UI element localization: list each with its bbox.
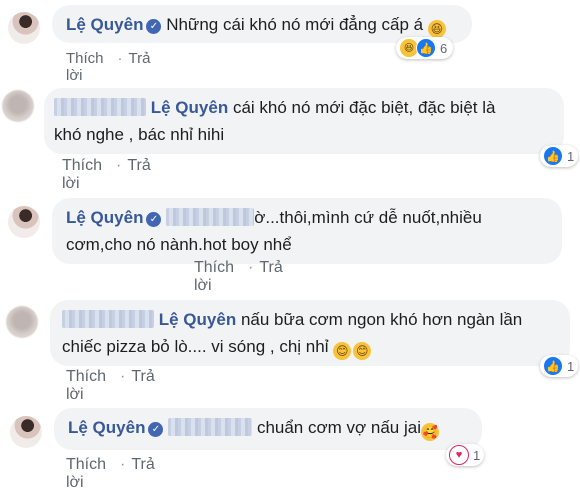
author-name[interactable]: Lệ Quyên [159,310,236,329]
tagged-user-redacted [62,310,154,328]
comment-bubble: Lệ Quyên ✓ chuẩn cơm vợ nấu jai 🥰 [54,408,482,450]
tagged-user-redacted [54,98,146,116]
comment-bubble: Lệ Quyên nấu bữa cơm ngon khó hơn ngàn l… [50,300,570,366]
hearts-face-emoji-icon: 🥰 [420,423,439,441]
comment-actions: Thích · Trả lời [66,50,151,84]
comment-text-line1: cái khó nó mới đặc biệt, đặc biệt là [232,98,496,117]
like-link[interactable]: Thích [66,456,106,473]
like-reaction-icon: 👍 [543,356,563,376]
avatar[interactable] [10,416,42,448]
avatar[interactable] [2,90,34,122]
reaction-summary[interactable]: ♥ 1 [446,444,485,466]
author-name[interactable]: Lệ Quyên [68,418,145,437]
like-link[interactable]: Thích [66,368,106,385]
love-reaction-icon: ♥ [449,445,469,465]
smiling-emoji-icon: 😊 [333,342,352,360]
comment-text: chuẩn cơm vợ nấu jai [256,418,421,437]
reaction-summary[interactable]: 👍 1 [540,145,579,167]
tagged-user-redacted [168,418,253,436]
reaction-count: 1 [567,358,575,374]
grinning-emoji-icon: 😆 [427,20,446,38]
like-reaction-icon: 👍 [416,38,436,58]
avatar[interactable] [8,12,40,44]
reaction-count: 1 [473,447,481,463]
like-link[interactable]: Thích [66,50,104,67]
reaction-count: 1 [567,148,575,164]
comment-text-line1: ờ...thôi,mình cứ dễ nuốt,nhiều [254,208,482,227]
comment-bubble: Lệ Quyên cái khó nó mới đặc biệt, đặc bi… [44,88,564,154]
like-link[interactable]: Thích [62,157,102,174]
comment-bubble: Lệ Quyên ✓ ờ...thôi,mình cứ dễ nuốt,nhiều… [52,198,562,264]
author-name[interactable]: Lệ Quyên [151,98,228,117]
verified-badge-icon: ✓ [146,212,162,227]
like-link[interactable]: Thích [194,259,234,276]
author-name[interactable]: Lệ Quyên [66,208,143,227]
comment-actions: Thích · Trả lời [66,456,155,491]
reaction-summary[interactable]: 😆 👍 6 [396,37,454,59]
tagged-user-redacted [166,208,255,226]
verified-badge-icon: ✓ [146,19,162,34]
reaction-summary[interactable]: 👍 1 [540,355,579,377]
verified-badge-icon: ✓ [148,422,164,437]
comment-actions: Thích · Trả lời [62,157,151,192]
avatar[interactable] [8,206,40,238]
smiling-emoji-icon: 😊 [353,342,372,360]
comment-text-line2: chiếc pizza bỏ lò.... vi sóng , chị nhỉ [62,337,329,356]
reaction-count: 6 [440,40,448,56]
comment-text: Những cái khó nó mới đẳng cấp á [166,15,424,34]
comment-text-line2: cơm,cho nó nành.hot boy nhể [66,235,292,254]
avatar[interactable] [6,306,38,338]
comment-text-line2: khó nghe , bác nhỉ hihi [54,125,225,144]
author-name[interactable]: Lệ Quyên [66,15,143,34]
comment-actions: Thích · Trả lời [194,259,283,294]
like-reaction-icon: 👍 [543,146,563,166]
comment-text-line1: nấu bữa cơm ngon khó hơn ngàn lần [240,310,523,329]
comment-actions: Thích · Trả lời [66,368,155,403]
